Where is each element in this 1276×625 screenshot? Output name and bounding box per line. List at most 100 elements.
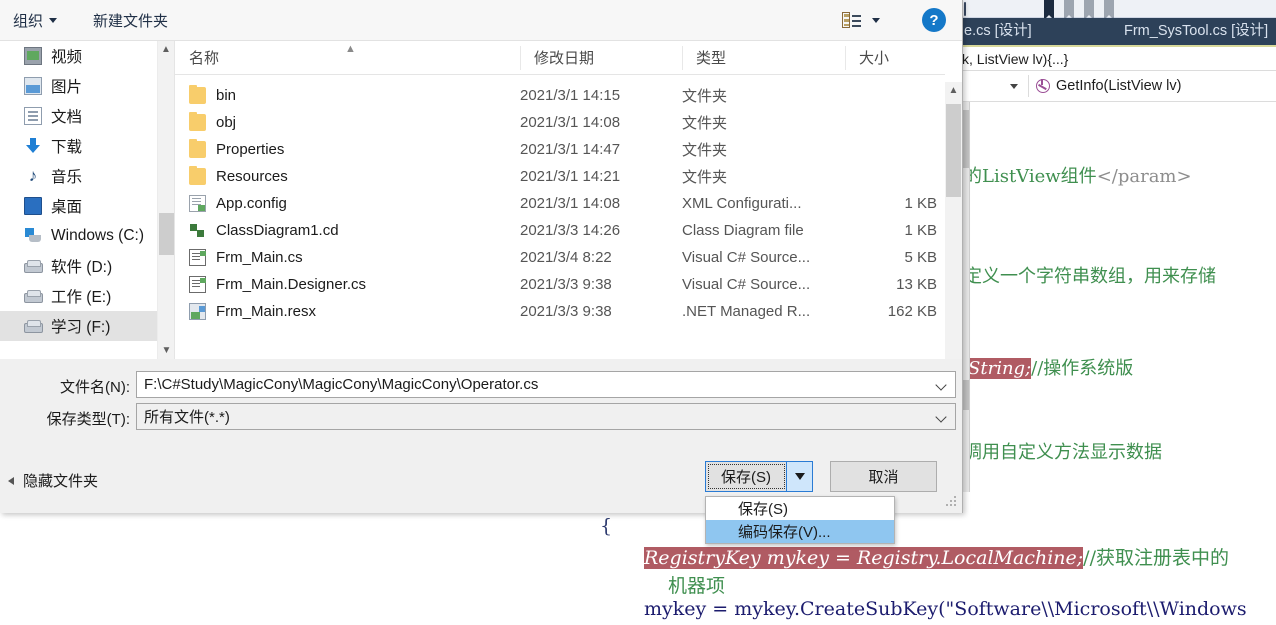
table-row[interactable]: Resources 2021/3/1 14:21 文件夹 (175, 163, 945, 190)
file-size-cell: 5 KB (904, 249, 937, 266)
table-row[interactable]: ClassDiagram1.cd 2021/3/3 14:26 Class Di… (175, 217, 945, 244)
menu-item-save-with-encoding[interactable]: 编码保存(V)... (706, 520, 894, 543)
bookmark-prev-icon[interactable] (1064, 0, 1077, 20)
nav-item-drive-e[interactable]: 工作 (E:) (0, 281, 157, 311)
file-type-cell: .NET Managed R... (682, 303, 811, 320)
save-dropdown-button[interactable] (787, 462, 812, 491)
code-line-open-brace: { (600, 515, 613, 537)
file-list-pane[interactable]: 名称 ▲ 修改日期 类型 大小 bin 2021/3/1 14:15 文件夹 o… (175, 41, 945, 359)
chevron-down-icon[interactable] (1010, 83, 1018, 89)
save-as-dialog: 组织 新建文件夹 ? 视频 图片 文档 下载 ♪ 音乐 桌面 Windows (… (0, 0, 963, 513)
file-date-cell: 2021/3/1 14:21 (520, 168, 621, 185)
vs-member-label[interactable]: GetInfo(ListView lv) (1056, 78, 1181, 94)
nav-item-desktop[interactable]: 桌面 (0, 191, 157, 221)
file-size-cell: 13 KB (896, 276, 937, 293)
nav-item-downloads[interactable]: 下载 (0, 131, 157, 161)
table-row[interactable]: App.config 2021/3/1 14:08 XML Configurat… (175, 190, 945, 217)
table-row[interactable]: Frm_Main.cs 2021/3/4 8:22 Visual C# Sour… (175, 244, 945, 271)
nav-item-pictures[interactable]: 图片 (0, 71, 157, 101)
view-mode-chevron-down-icon[interactable] (872, 17, 880, 23)
menu-item-save[interactable]: 保存(S) (706, 497, 894, 520)
nav-vertical-scrollbar[interactable]: ▲ ▼ (157, 41, 174, 359)
table-row[interactable]: obj 2021/3/1 14:08 文件夹 (175, 109, 945, 136)
file-date-cell: 2021/3/1 14:47 (520, 141, 621, 158)
file-list-vertical-scrollbar[interactable]: ▲ ▼ (945, 82, 962, 371)
nav-item-music[interactable]: ♪ 音乐 (0, 161, 157, 191)
file-date-cell: 2021/3/1 14:08 (520, 114, 621, 131)
hide-folders-toggle[interactable]: 隐藏文件夹 (8, 470, 98, 491)
csharp-file-icon (189, 249, 206, 266)
nav-scrollbar-thumb[interactable] (159, 213, 174, 255)
nav-item-label: 文档 (51, 109, 83, 126)
chevron-down-icon[interactable] (937, 381, 946, 390)
cancel-button[interactable]: 取消 (830, 461, 937, 492)
scroll-up-icon[interactable]: ▲ (945, 82, 962, 99)
scroll-up-icon[interactable]: ▲ (158, 41, 174, 58)
organize-label: 组织 (13, 12, 44, 30)
file-name-cell: Properties (175, 139, 520, 158)
toolbar-overflow-icon[interactable] (1124, 3, 1137, 16)
column-header-type[interactable]: 类型 (682, 41, 845, 75)
scroll-down-icon[interactable]: ▼ (158, 342, 175, 359)
nav-item-documents[interactable]: 文档 (0, 101, 157, 131)
organize-button[interactable]: 组织 (4, 5, 66, 35)
nav-item-videos[interactable]: 视频 (0, 41, 157, 71)
indent-right-icon[interactable] (1024, 3, 1037, 16)
nav-item-windows-c[interactable]: Windows (C:) (0, 221, 157, 251)
file-type-cell: 文件夹 (682, 88, 728, 105)
vs-navigation-bar-class[interactable]: k, ListView lv){...} (962, 47, 1276, 71)
navigation-pane[interactable]: 视频 图片 文档 下载 ♪ 音乐 桌面 Windows (C:) 软件 (D:)… (0, 41, 157, 359)
vs-toolbar-icons (960, 0, 1276, 20)
resize-grip[interactable] (946, 496, 958, 508)
file-name-cell: Frm_Main.cs (175, 249, 520, 266)
save-button[interactable]: 保存(S) (706, 462, 787, 491)
vs-tab-frm-systool[interactable]: Frm_SysTool.cs [设计] (1124, 18, 1268, 45)
file-name-cell: App.config (175, 195, 520, 212)
table-row[interactable]: Frm_Main.resx 2021/3/3 9:38 .NET Managed… (175, 298, 945, 325)
file-name-cell: Resources (175, 166, 520, 185)
vs-scrollbar-thumb-secondary[interactable] (963, 380, 969, 410)
chevron-down-icon[interactable] (937, 413, 946, 422)
vs-scrollbar-thumb[interactable] (963, 110, 969, 168)
drive-icon (24, 317, 43, 335)
vs-tab-inactive[interactable]: e.cs [设计] (964, 18, 1032, 45)
nav-item-label: 软件 (D:) (51, 259, 113, 276)
nav-item-drive-d[interactable]: 软件 (D:) (0, 251, 157, 281)
bookmark-clear-icon[interactable] (1104, 0, 1117, 20)
save-dropdown-menu[interactable]: 保存(S) 编码保存(V)... (705, 496, 895, 544)
filename-label: 文件名(N): (60, 379, 130, 396)
filename-input[interactable]: F:\C#Study\MagicCony\MagicCony\MagicCony… (136, 371, 956, 398)
column-header-size[interactable]: 大小 (845, 41, 937, 75)
table-row[interactable]: Properties 2021/3/1 14:47 文件夹 (175, 136, 945, 163)
file-name-cell: bin (175, 85, 520, 104)
vs-tab-strip: e.cs [设计] Frm_SysTool.cs [设计] (962, 18, 1276, 45)
dialog-toolbar-right: ? (842, 8, 962, 32)
column-header-name[interactable]: 名称 ▲ (175, 41, 520, 75)
column-header-date[interactable]: 修改日期 (520, 41, 682, 75)
nav-item-drive-f[interactable]: 学习 (F:) (0, 311, 157, 341)
table-row[interactable]: Frm_Main.Designer.cs 2021/3/3 9:38 Visua… (175, 271, 945, 298)
bookmark-icon[interactable] (1044, 0, 1057, 20)
table-row[interactable]: bin 2021/3/1 14:15 文件夹 (175, 82, 945, 109)
savetype-label: 保存类型(T): (46, 411, 130, 428)
class-diagram-icon (189, 222, 206, 239)
column-label: 类型 (696, 50, 727, 67)
file-list-scrollbar-thumb[interactable] (946, 104, 961, 197)
code-line-registrykey: RegistryKey mykey = Registry.LocalMachin… (644, 547, 1229, 569)
nav-item-label: 音乐 (51, 169, 83, 186)
file-type-cell: Class Diagram file (682, 222, 804, 239)
bookmark-next-icon[interactable] (1084, 0, 1097, 20)
column-label: 大小 (859, 50, 890, 67)
xml-file-icon (189, 195, 206, 212)
code-comment-line-2: 定义一个字符串数组，用来存储 (964, 266, 1216, 287)
indent-icon[interactable] (964, 1, 977, 16)
video-icon (24, 47, 42, 65)
help-icon[interactable]: ? (922, 8, 946, 32)
savetype-select[interactable]: 所有文件(*.*) (136, 403, 956, 430)
new-folder-button[interactable]: 新建文件夹 (84, 5, 177, 35)
file-date-cell: 2021/3/1 14:15 (520, 87, 621, 104)
outdent-icon[interactable] (1004, 3, 1017, 16)
chevron-down-icon (794, 473, 805, 480)
comment-icon[interactable] (984, 3, 997, 16)
view-mode-icon[interactable] (842, 12, 862, 28)
